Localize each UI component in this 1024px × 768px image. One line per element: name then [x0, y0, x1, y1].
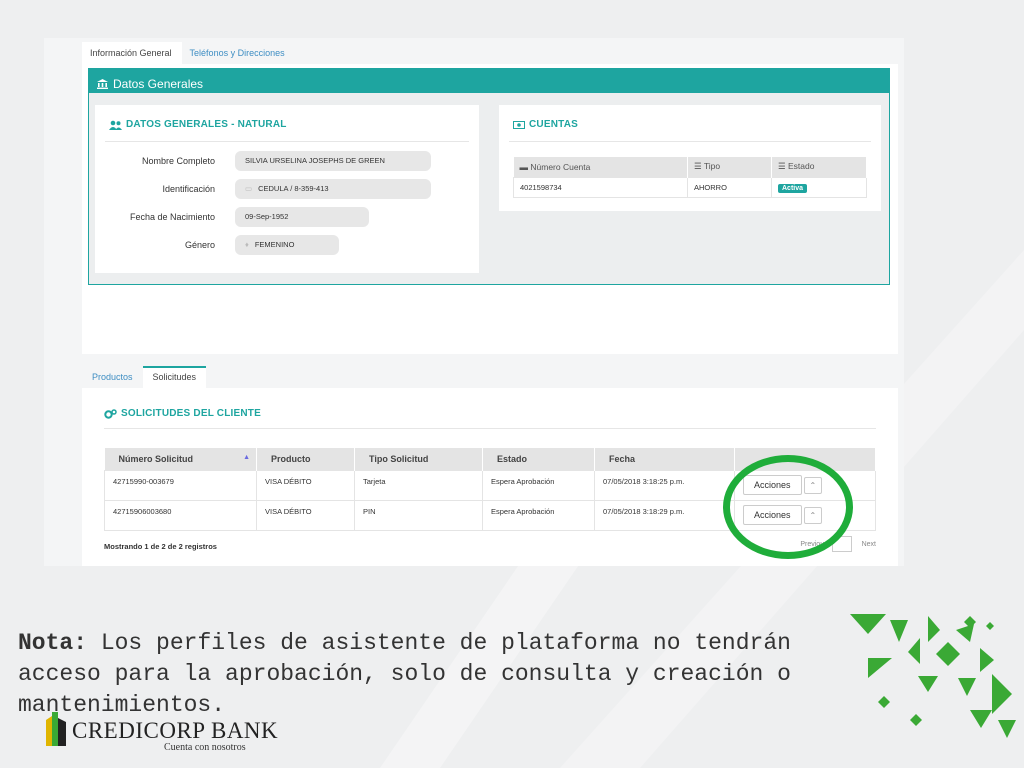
- column-header: Número Solicitud: [118, 453, 194, 464]
- bottom-tabs: Productos Solicitudes: [82, 366, 207, 388]
- field-value: SILVIA URSELINA JOSEPHS DE GREEN: [245, 156, 385, 165]
- solicitud-tipo: PIN: [354, 499, 483, 531]
- cuenta-tipo: AHORRO: [687, 176, 772, 198]
- field-nombre-completo: Nombre Completo SILVIA URSELINA JOSEPHS …: [95, 151, 479, 171]
- divider: [509, 141, 871, 142]
- note-body: Los perfiles de asistente de plataforma …: [18, 630, 791, 718]
- solicitud-fecha: 07/05/2018 3:18:29 p.m.: [594, 499, 735, 531]
- cuentas-title: CUENTAS: [529, 119, 578, 130]
- field-value: CEDULA / 8-359-413: [258, 184, 329, 193]
- list-icon: ☰: [694, 161, 702, 172]
- field-fecha-nacimiento: Fecha de Nacimiento 09-Sep-1952: [95, 207, 479, 227]
- cuenta-estado: Activa: [771, 176, 867, 198]
- sort-asc-icon[interactable]: ▲: [243, 454, 250, 461]
- cuentas-heading: CUENTAS: [513, 119, 578, 130]
- col-tipo[interactable]: ☰ Tipo: [687, 157, 772, 177]
- solicitud-numero: 42715906003680: [104, 499, 257, 531]
- col-estado[interactable]: ☰ Estado: [771, 157, 867, 177]
- field-genero: Género ♦ FEMENINO: [95, 235, 479, 255]
- solicitud-estado: Espera Aprobación: [482, 469, 595, 501]
- top-tabs: Información General Teléfonos y Direccio…: [82, 42, 295, 64]
- id-card-icon: ▭: [245, 184, 253, 193]
- genero-value: ♦ FEMENINO: [235, 235, 339, 255]
- field-identificacion: Identificación ▭ CEDULA / 8-359-413: [95, 179, 479, 199]
- col-fecha[interactable]: Fecha: [594, 448, 735, 470]
- table-info: Mostrando 1 de 2 de 2 registros: [104, 542, 217, 551]
- table-row[interactable]: 4021598734 AHORRO Activa: [513, 176, 867, 198]
- list-icon: ☰: [778, 161, 786, 172]
- money-icon: [513, 120, 525, 129]
- column-header: Fecha: [609, 453, 636, 464]
- cuentas-card: CUENTAS ▬ Número Cuenta ☰ Tipo ☰ Estado …: [499, 105, 881, 211]
- divider: [105, 141, 469, 142]
- cuentas-table: ▬ Número Cuenta ☰ Tipo ☰ Estado 40215987…: [513, 157, 867, 198]
- tab-productos[interactable]: Productos: [82, 366, 143, 388]
- solicitud-producto: VISA DÉBITO: [256, 499, 355, 531]
- datos-generales-box: Datos Generales DATOS GENERALES - NATURA…: [88, 68, 890, 285]
- col-estado[interactable]: Estado: [482, 448, 595, 470]
- solicitud-fecha: 07/05/2018 3:18:25 p.m.: [594, 469, 735, 501]
- solicitud-estado: Espera Aprobación: [482, 499, 595, 531]
- table-header-row: ▬ Número Cuenta ☰ Tipo ☰ Estado: [513, 157, 867, 177]
- cogs-icon: [104, 408, 117, 419]
- briefcase-icon: ▬: [519, 161, 529, 172]
- column-header: Estado: [497, 453, 528, 464]
- datos-natural-card: DATOS GENERALES - NATURAL Nombre Complet…: [95, 105, 479, 273]
- datos-generales-header: Datos Generales: [89, 69, 889, 93]
- solicitud-tipo: Tarjeta: [354, 469, 483, 501]
- logo-tagline: Cuenta con nosotros: [164, 742, 246, 753]
- solicitudes-heading: SOLICITUDES DEL CLIENTE: [104, 408, 261, 419]
- solicitud-numero: 42715990-003679: [104, 469, 257, 501]
- col-numero-cuenta[interactable]: ▬ Número Cuenta: [513, 157, 688, 177]
- field-label: Género: [184, 240, 215, 250]
- datos-generales-title: Datos Generales: [113, 76, 204, 91]
- users-icon: [109, 120, 122, 130]
- nombre-completo-value: SILVIA URSELINA JOSEPHS DE GREEN: [235, 151, 431, 171]
- note-text: Nota: Los perfiles de asistente de plata…: [18, 628, 838, 721]
- field-label: Identificación: [162, 184, 215, 194]
- datos-natural-title: DATOS GENERALES - NATURAL: [126, 119, 287, 130]
- cuenta-numero: 4021598734: [513, 176, 688, 198]
- informacion-general-panel: Datos Generales DATOS GENERALES - NATURA…: [82, 64, 898, 354]
- gender-icon: ♦: [245, 240, 249, 249]
- column-header: Estado: [788, 161, 815, 172]
- col-producto[interactable]: Producto: [256, 448, 355, 470]
- field-label: Fecha de Nacimiento: [129, 212, 215, 222]
- note-label: Nota:: [18, 630, 88, 656]
- tab-informacion-general[interactable]: Información General: [82, 42, 182, 64]
- highlight-circle: [723, 455, 853, 559]
- green-geometric-decoration: [850, 614, 1016, 738]
- col-tipo-solicitud[interactable]: Tipo Solicitud: [354, 448, 483, 470]
- field-value: FEMENINO: [254, 240, 295, 249]
- divider: [104, 428, 876, 429]
- status-badge: Activa: [778, 183, 808, 193]
- logo-name: CREDICORP BANK: [72, 718, 279, 743]
- column-header: Tipo Solicitud: [369, 453, 429, 464]
- solicitud-producto: VISA DÉBITO: [256, 469, 355, 501]
- field-value: 09-Sep-1952: [245, 212, 289, 221]
- column-header: Número Cuenta: [530, 161, 591, 172]
- next-button[interactable]: Next: [862, 541, 876, 548]
- solicitudes-title: SOLICITUDES DEL CLIENTE: [121, 408, 261, 419]
- logo-mark-icon: [46, 712, 66, 746]
- field-label: Nombre Completo: [141, 156, 215, 166]
- column-header: Tipo: [703, 161, 721, 172]
- column-header: Producto: [271, 453, 311, 464]
- datos-natural-heading: DATOS GENERALES - NATURAL: [109, 119, 287, 130]
- fecha-nacimiento-value: 09-Sep-1952: [235, 207, 369, 227]
- tab-telefonos-direcciones[interactable]: Teléfonos y Direcciones: [182, 42, 295, 64]
- identificacion-value: ▭ CEDULA / 8-359-413: [235, 179, 431, 199]
- bank-icon: [97, 78, 108, 89]
- tab-solicitudes[interactable]: Solicitudes: [142, 366, 207, 388]
- col-numero-solicitud[interactable]: Número Solicitud ▲: [104, 448, 257, 470]
